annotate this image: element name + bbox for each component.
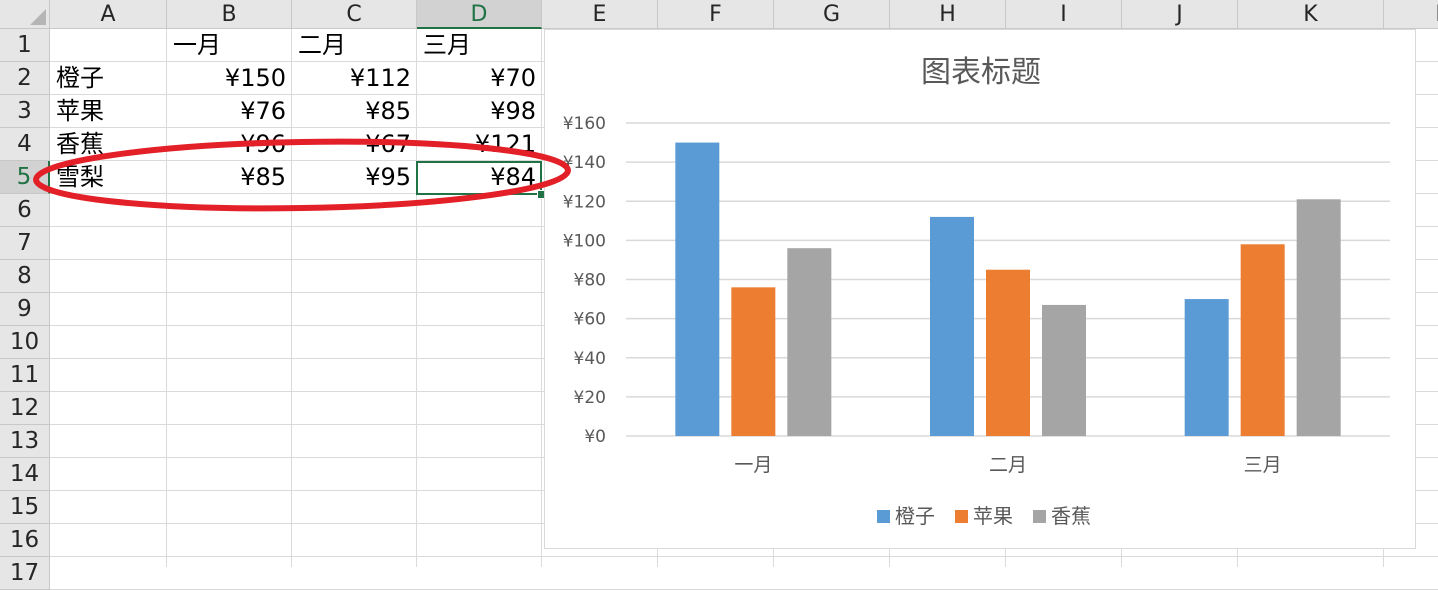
column-header-j[interactable]: J (1122, 0, 1238, 29)
legend-swatch (1033, 510, 1046, 523)
row-header-9[interactable]: 9 (0, 293, 50, 326)
column-header-c[interactable]: C (292, 0, 417, 29)
cell-d3[interactable]: ¥98 (417, 95, 542, 128)
y-tick-label: ¥60 (574, 310, 606, 330)
cell-b1[interactable]: 一月 (167, 29, 292, 62)
cell-c4[interactable]: ¥67 (292, 128, 417, 161)
y-tick-label: ¥40 (574, 349, 606, 369)
legend-label[interactable]: 香蕉 (1051, 504, 1091, 528)
bar-香蕉-二月[interactable] (1042, 304, 1086, 436)
row-header-14[interactable]: 14 (0, 458, 50, 491)
bar-香蕉-一月[interactable] (787, 248, 832, 436)
x-tick-label: 二月 (989, 454, 1027, 476)
bar-橙子-一月[interactable] (675, 142, 720, 436)
column-header-d[interactable]: D (417, 0, 542, 29)
bar-苹果-三月[interactable] (1240, 244, 1285, 436)
cell-c1[interactable]: 二月 (292, 29, 417, 62)
row-header-16[interactable]: 16 (0, 524, 50, 557)
column-header-l[interactable]: L (1384, 0, 1438, 29)
row-header-1[interactable]: 1 (0, 29, 50, 62)
cell-b4[interactable]: ¥96 (167, 128, 292, 161)
x-tick-label: 一月 (734, 454, 772, 476)
bar-橙子-二月[interactable] (930, 216, 974, 436)
row-header-8[interactable]: 8 (0, 260, 50, 293)
bar-苹果-一月[interactable] (731, 287, 776, 436)
row-header-15[interactable]: 15 (0, 491, 50, 524)
cell-c2[interactable]: ¥112 (292, 62, 417, 95)
row-header-11[interactable]: 11 (0, 359, 50, 392)
gridline-horizontal (50, 556, 1438, 557)
y-tick-label: ¥120 (563, 192, 606, 212)
bar-橙子-三月[interactable] (1184, 299, 1229, 436)
row-header-12[interactable]: 12 (0, 392, 50, 425)
column-header-i[interactable]: I (1006, 0, 1122, 29)
bar-苹果-二月[interactable] (986, 269, 1030, 436)
column-header-h[interactable]: H (890, 0, 1006, 29)
legend-label[interactable]: 橙子 (895, 504, 935, 528)
y-tick-label: ¥100 (563, 231, 606, 251)
row-header-4[interactable]: 4 (0, 128, 50, 161)
y-tick-label: ¥160 (563, 114, 606, 134)
column-header-k[interactable]: K (1238, 0, 1384, 29)
cell-b2[interactable]: ¥150 (167, 62, 292, 95)
column-header-e[interactable]: E (542, 0, 658, 29)
cell-a3[interactable]: 苹果 (50, 95, 167, 128)
cell-a5[interactable]: 雪梨 (50, 161, 167, 194)
x-tick-label: 三月 (1244, 454, 1282, 476)
row-header-10[interactable]: 10 (0, 326, 50, 359)
y-tick-label: ¥0 (584, 427, 606, 447)
column-header-a[interactable]: A (50, 0, 167, 29)
y-tick-label: ¥140 (563, 153, 606, 173)
cell-b3[interactable]: ¥76 (167, 95, 292, 128)
chart-svg: 图表标题 ¥0 ¥20 ¥40 ¥60 ¥80 ¥100 ¥120 ¥140 ¥160 一月 二月 三月… (563, 55, 1390, 528)
select-all-corner[interactable] (0, 0, 50, 29)
legend-label[interactable]: 苹果 (973, 504, 1013, 528)
active-cell-selection (416, 161, 542, 195)
row-header-17[interactable]: 17 (0, 557, 50, 590)
legend-swatch (955, 510, 968, 523)
cell-a2[interactable]: 橙子 (50, 62, 167, 95)
y-tick-label: ¥80 (574, 271, 606, 291)
cell-d2[interactable]: ¥70 (417, 62, 542, 95)
select-all-triangle-icon (30, 9, 46, 25)
cell-a4[interactable]: 香蕉 (50, 128, 167, 161)
row-header-6[interactable]: 6 (0, 194, 50, 227)
cell-c5[interactable]: ¥95 (292, 161, 417, 194)
row-header-2[interactable]: 2 (0, 62, 50, 95)
cell-b5[interactable]: ¥85 (167, 161, 292, 194)
column-header-g[interactable]: G (774, 0, 890, 29)
row-header-3[interactable]: 3 (0, 95, 50, 128)
row-header-13[interactable]: 13 (0, 425, 50, 458)
column-header-b[interactable]: B (167, 0, 292, 29)
bar-香蕉-三月[interactable] (1296, 199, 1341, 436)
row-header-5[interactable]: 5 (0, 161, 50, 194)
y-tick-label: ¥20 (574, 388, 606, 408)
cell-d1[interactable]: 三月 (417, 29, 542, 62)
legend-swatch (877, 510, 890, 523)
cell-d4[interactable]: ¥121 (417, 128, 542, 161)
row-header-7[interactable]: 7 (0, 227, 50, 260)
chart-title[interactable]: 图表标题 (921, 55, 1041, 90)
chart[interactable]: 图表标题 ¥0 ¥20 ¥40 ¥60 ¥80 ¥100 ¥120 ¥140 ¥160 一月 二月 三月… (544, 29, 1416, 549)
cell-c3[interactable]: ¥85 (292, 95, 417, 128)
column-header-f[interactable]: F (658, 0, 774, 29)
